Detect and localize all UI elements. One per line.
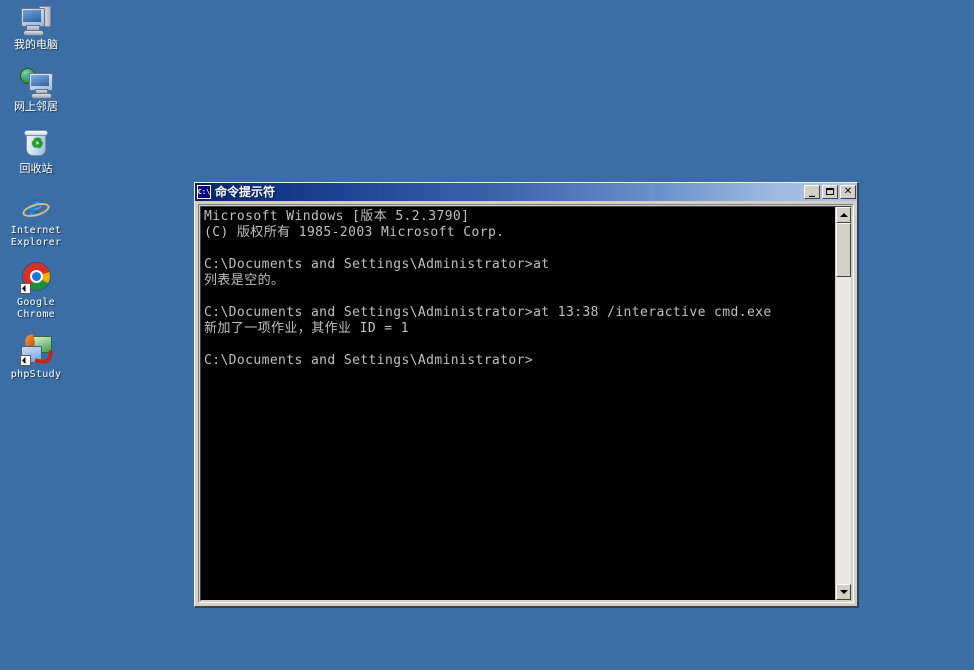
console-line: C:\Documents and Settings\Administrator>… xyxy=(204,305,772,320)
scroll-down-button[interactable] xyxy=(836,584,851,600)
desktop-icon-label: 网上邻居 xyxy=(14,101,58,113)
desktop-icon-internet-explorer[interactable]: e Internet Explorer xyxy=(0,188,72,249)
minimize-button[interactable]: _ xyxy=(804,184,820,199)
scroll-up-button[interactable] xyxy=(836,207,851,223)
console-line: C:\Documents and Settings\Administrator>… xyxy=(204,257,550,272)
desktop-icon-label: phpStudy xyxy=(10,369,62,380)
desktop-icon-recycle-bin[interactable]: ♻ 回收站 xyxy=(0,128,72,175)
console-line: 新加了一项作业，其作业 ID = 1 xyxy=(204,321,409,336)
desktop-icon-google-chrome[interactable]: Google Chrome xyxy=(0,262,72,321)
chevron-down-icon xyxy=(839,590,848,594)
desktop-icon-label: 我的电脑 xyxy=(14,39,58,51)
scrollbar-thumb[interactable] xyxy=(836,223,851,277)
my-computer-icon xyxy=(20,4,52,36)
vertical-scrollbar[interactable] xyxy=(835,207,851,600)
internet-explorer-icon: e xyxy=(20,188,52,222)
desktop-icon-label: 回收站 xyxy=(19,163,53,175)
window-controls: _ ✕ xyxy=(804,184,856,199)
console-line: Microsoft Windows [版本 5.2.3790] xyxy=(204,209,470,224)
chevron-up-icon xyxy=(839,213,848,217)
console-window-icon: C:\ xyxy=(197,185,211,199)
desktop-icon-phpstudy[interactable]: phpStudy xyxy=(0,333,72,381)
console-line: (C) 版权所有 1985-2003 Microsoft Corp. xyxy=(204,225,505,240)
window-title: 命令提示符 xyxy=(215,185,276,199)
console-line: 列表是空的。 xyxy=(204,273,285,288)
network-places-icon xyxy=(20,66,53,99)
shortcut-overlay-icon xyxy=(20,283,31,294)
console-output-area[interactable]: Microsoft Windows [版本 5.2.3790] (C) 版权所有 … xyxy=(201,207,835,600)
phpstudy-icon xyxy=(20,333,54,366)
shortcut-overlay-icon xyxy=(20,355,31,366)
google-chrome-icon xyxy=(20,262,52,294)
console-client-frame: Microsoft Windows [版本 5.2.3790] (C) 版权所有 … xyxy=(198,204,854,603)
close-button[interactable]: ✕ xyxy=(840,185,856,199)
maximize-button[interactable] xyxy=(822,185,838,199)
desktop-icon-label: Google Chrome xyxy=(17,297,55,320)
console-line: C:\Documents and Settings\Administrator> xyxy=(204,353,534,368)
desktop-icon-my-computer[interactable]: 我的电脑 xyxy=(0,4,72,51)
scrollbar-track[interactable] xyxy=(836,277,851,584)
desktop-icon-network-places[interactable]: 网上邻居 xyxy=(0,66,72,113)
command-prompt-window[interactable]: C:\ 命令提示符 _ ✕ Microsoft Windows [版本 5.2.… xyxy=(194,182,858,607)
recycle-bin-icon: ♻ xyxy=(20,128,52,160)
desktop-icon-area: 我的电脑 网上邻居 ♻ 回收站 e Internet Explorer Goog… xyxy=(0,0,72,389)
desktop-icon-label: Internet Explorer xyxy=(10,225,62,248)
window-titlebar[interactable]: C:\ 命令提示符 _ ✕ xyxy=(195,183,857,201)
